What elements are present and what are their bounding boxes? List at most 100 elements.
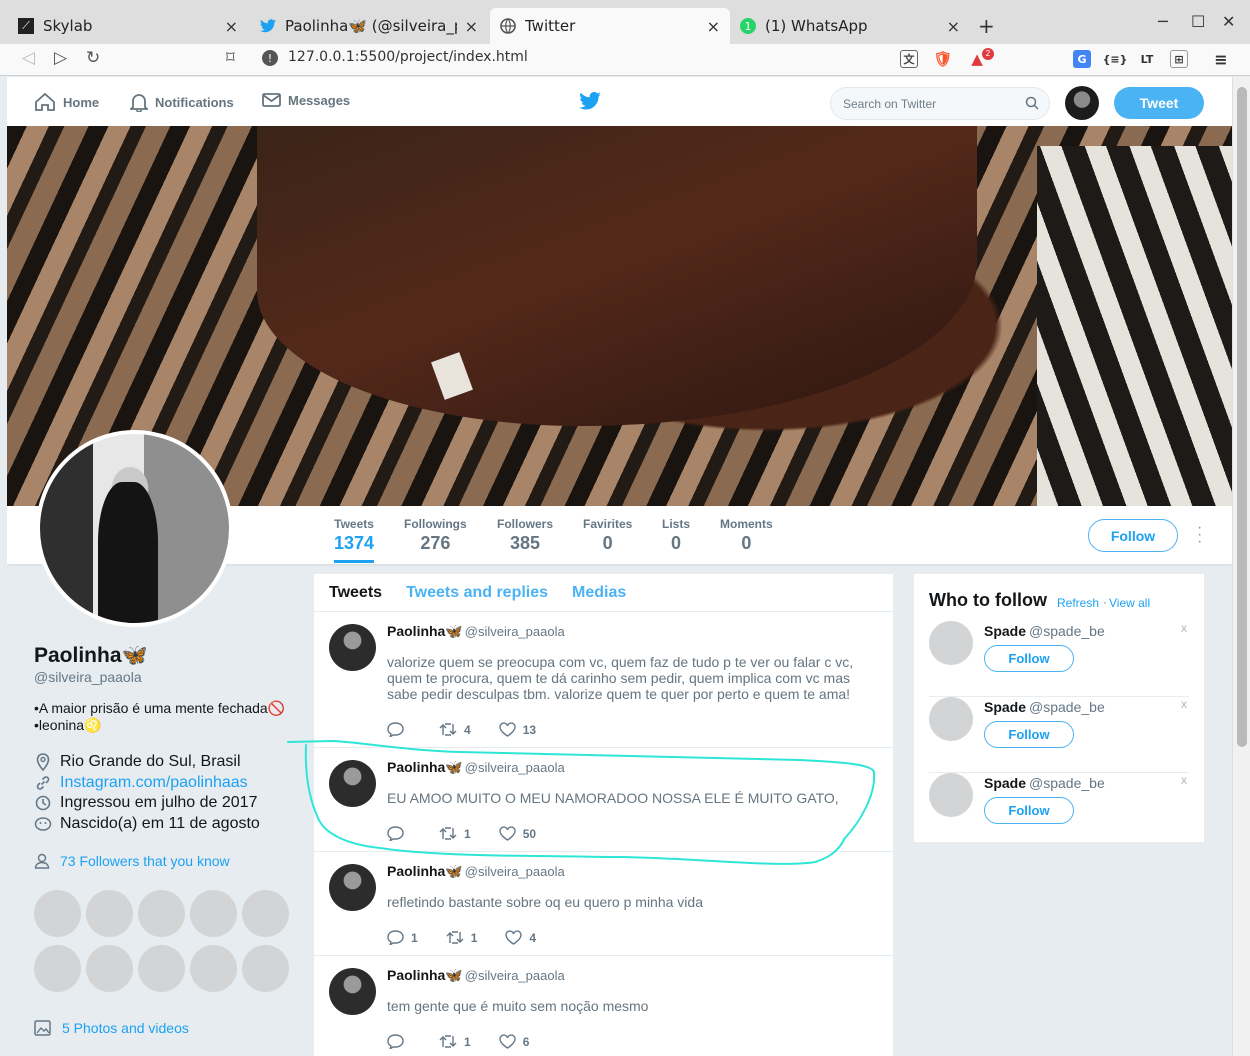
extension-icon[interactable]: ⊞: [1170, 50, 1188, 68]
dismiss-icon[interactable]: x: [1181, 697, 1187, 711]
tweet-avatar[interactable]: [329, 864, 376, 911]
forward-icon[interactable]: ▷: [54, 48, 67, 68]
page-scrollbar[interactable]: [1232, 77, 1250, 1056]
like-button[interactable]: 4: [505, 930, 536, 945]
info-icon[interactable]: !: [262, 50, 278, 66]
search-input[interactable]: Search on Twitter: [830, 87, 1050, 120]
suggestion-follow-button[interactable]: Follow: [984, 645, 1074, 672]
tweet-avatar[interactable]: [329, 968, 376, 1015]
tab-twitter[interactable]: Twitter ×: [490, 8, 730, 44]
minimize-icon[interactable]: ─: [1158, 12, 1168, 31]
nav-home[interactable]: Home: [34, 92, 99, 112]
search-icon[interactable]: [1025, 96, 1039, 110]
view-all-link[interactable]: View all: [1109, 596, 1150, 610]
follower-avatar[interactable]: [190, 890, 237, 937]
suggestion-follow-button[interactable]: Follow: [984, 721, 1074, 748]
retweet-button[interactable]: 1: [439, 826, 471, 841]
follower-avatar[interactable]: [34, 890, 81, 937]
close-tab-icon[interactable]: ×: [707, 17, 720, 36]
dismiss-icon[interactable]: x: [1181, 621, 1187, 635]
suggestion-name[interactable]: Spade @spade_be: [984, 699, 1105, 715]
like-button[interactable]: 50: [498, 826, 536, 841]
tab-skylab[interactable]: ⟋ Skylab ×: [8, 8, 248, 44]
tweet-item[interactable]: Paolinha🦋 @silveira_paaola EU AMOO MUITO …: [314, 748, 893, 852]
suggestion-follow-button[interactable]: Follow: [984, 797, 1074, 824]
tweet-avatar[interactable]: [329, 624, 376, 671]
follower-avatar[interactable]: [86, 890, 133, 937]
follower-avatar[interactable]: [242, 890, 289, 937]
tweet-author[interactable]: Paolinha🦋 @silveira_paaola: [387, 759, 565, 776]
follower-avatar[interactable]: [242, 945, 289, 992]
tweet-item[interactable]: Paolinha🦋 @silveira_paaola tem gente que …: [314, 956, 893, 1056]
google-translate-icon[interactable]: G: [1073, 50, 1091, 68]
tweet-button[interactable]: Tweet: [1114, 87, 1204, 119]
tweet-item[interactable]: Paolinha🦋 @silveira_paaola valorize quem …: [314, 612, 893, 748]
tweet-author[interactable]: Paolinha🦋 @silveira_paaola: [387, 623, 565, 640]
tweet-item[interactable]: Paolinha🦋 @silveira_paaola refletindo bas…: [314, 852, 893, 956]
back-icon[interactable]: ◁: [22, 48, 35, 68]
stat-favorites[interactable]: Favirites 0: [583, 517, 632, 554]
languagetool-icon[interactable]: LT: [1138, 50, 1156, 68]
retweet-button[interactable]: 1: [446, 930, 477, 945]
scrollbar-thumb[interactable]: [1237, 87, 1247, 747]
follower-avatar[interactable]: [86, 945, 133, 992]
bookmark-icon[interactable]: ⌑: [226, 48, 235, 68]
twitter-icon: [260, 18, 276, 34]
reply-button[interactable]: 1: [387, 930, 418, 945]
tab-tweets-and-replies[interactable]: Tweets and replies: [406, 584, 548, 602]
tweet-avatar[interactable]: [329, 760, 376, 807]
maximize-icon[interactable]: ☐: [1191, 12, 1205, 31]
profile-avatar[interactable]: [36, 430, 233, 627]
close-tab-icon[interactable]: ×: [947, 17, 960, 36]
more-options-icon[interactable]: · · ·: [1197, 520, 1202, 550]
suggestion-avatar[interactable]: [929, 697, 973, 741]
suggestion-name[interactable]: Spade @spade_be: [984, 623, 1105, 639]
close-window-icon[interactable]: ✕: [1222, 12, 1235, 31]
stat-followers[interactable]: Followers 385: [497, 517, 553, 554]
retweet-button[interactable]: 4: [439, 722, 471, 737]
brave-shield-icon[interactable]: 🛡: [933, 50, 952, 68]
suggestion-item: Spade @spade_be Follow x: [929, 621, 1189, 697]
stat-moments[interactable]: Moments 0: [720, 517, 773, 554]
twitter-logo-icon[interactable]: [579, 91, 601, 115]
tab-medias[interactable]: Medias: [572, 584, 626, 602]
new-tab-button[interactable]: +: [978, 14, 995, 38]
reply-button[interactable]: [387, 722, 411, 737]
user-avatar[interactable]: [1065, 86, 1099, 120]
suggestion-name[interactable]: Spade @spade_be: [984, 775, 1105, 791]
follower-avatar[interactable]: [34, 945, 81, 992]
tab-tweets[interactable]: Tweets: [329, 584, 382, 602]
retweet-button[interactable]: 1: [439, 1034, 471, 1049]
stat-lists[interactable]: Lists 0: [662, 517, 690, 554]
follower-avatar[interactable]: [138, 945, 185, 992]
url-field[interactable]: 127.0.0.1:5500/project/index.html: [288, 49, 528, 65]
profile-website[interactable]: Instagram.com/paolinhaas: [34, 774, 248, 792]
json-extension-icon[interactable]: {≡}: [1103, 50, 1128, 68]
dismiss-icon[interactable]: x: [1181, 773, 1187, 787]
close-tab-icon[interactable]: ×: [465, 17, 478, 36]
follower-avatar[interactable]: [138, 890, 185, 937]
suggestion-avatar[interactable]: [929, 621, 973, 665]
like-button[interactable]: 6: [498, 1034, 529, 1049]
follow-button[interactable]: Follow: [1088, 519, 1178, 552]
stat-followings[interactable]: Followings 276: [404, 517, 467, 554]
like-button[interactable]: 13: [498, 722, 536, 737]
nav-messages[interactable]: Messages: [262, 92, 350, 108]
refresh-link[interactable]: Refresh: [1057, 596, 1099, 610]
tab-paolinha[interactable]: Paolinha🦋 (@silveira_paa ×: [250, 8, 488, 44]
stat-tweets[interactable]: Tweets 1374: [334, 517, 375, 563]
suggestion-avatar[interactable]: [929, 773, 973, 817]
nav-notifications[interactable]: Notifications: [130, 92, 234, 112]
follower-avatar[interactable]: [190, 945, 237, 992]
translate-page-icon[interactable]: 文: [900, 50, 918, 68]
followers-you-know-link[interactable]: 73 Followers that you know: [34, 853, 230, 869]
close-tab-icon[interactable]: ×: [225, 17, 238, 36]
tweet-author[interactable]: Paolinha🦋 @silveira_paaola: [387, 863, 565, 880]
photos-videos-link[interactable]: 5 Photos and videos: [34, 1020, 189, 1036]
tab-whatsapp[interactable]: 1 (1) WhatsApp ×: [730, 8, 970, 44]
menu-icon[interactable]: ≡: [1212, 50, 1230, 69]
reply-button[interactable]: [387, 1034, 411, 1049]
tweet-author[interactable]: Paolinha🦋 @silveira_paaola: [387, 967, 565, 984]
reply-button[interactable]: [387, 826, 411, 841]
reload-icon[interactable]: ↻: [86, 48, 100, 68]
